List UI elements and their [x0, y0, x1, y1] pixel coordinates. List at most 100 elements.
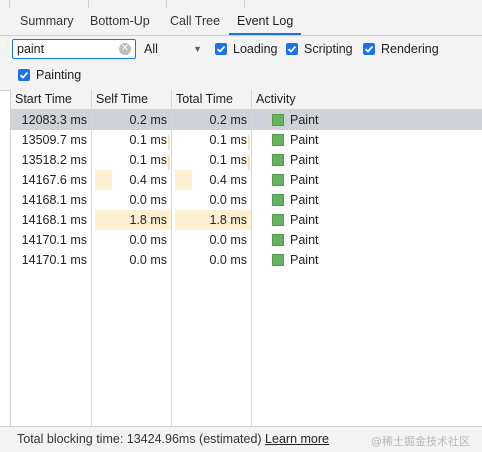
- clear-icon[interactable]: ✕: [119, 43, 131, 55]
- filter-search-input[interactable]: [17, 41, 115, 57]
- activity-label: Paint: [290, 173, 319, 187]
- dropdown-arrow-icon: ▼: [193, 44, 202, 54]
- checkbox-label: Rendering: [381, 42, 439, 56]
- total-time-value: 0.2 ms: [209, 113, 247, 127]
- table-row[interactable]: 12083.3 ms 0.2 ms 0.2 ms Paint: [11, 110, 482, 130]
- self-time-value: 0.4 ms: [129, 173, 167, 187]
- activity-cell: Paint: [252, 250, 482, 270]
- paint-category-icon: [272, 254, 284, 266]
- start-time-cell: 12083.3 ms: [21, 113, 87, 127]
- total-time-value: 1.8 ms: [209, 213, 247, 227]
- self-time-value: 0.0 ms: [129, 193, 167, 207]
- total-time-cell: 1.8 ms: [172, 210, 251, 230]
- checkbox-checked-icon: [215, 43, 227, 55]
- start-time-cell: 14170.1 ms: [21, 253, 87, 267]
- column-divider: [251, 90, 252, 426]
- self-time-cell: 0.2 ms: [92, 110, 171, 130]
- total-time-value: 0.0 ms: [209, 253, 247, 267]
- paint-category-icon: [272, 234, 284, 246]
- tab-summary[interactable]: Summary: [12, 8, 81, 35]
- start-time-cell: 14170.1 ms: [21, 233, 87, 247]
- tab-call-tree[interactable]: Call Tree: [162, 8, 228, 35]
- total-time-cell: 0.0 ms: [172, 250, 251, 270]
- paint-category-icon: [272, 134, 284, 146]
- activity-label: Paint: [290, 253, 319, 267]
- total-time-value: 0.0 ms: [209, 193, 247, 207]
- column-header-activity[interactable]: Activity: [252, 90, 482, 109]
- total-time-value: 0.4 ms: [209, 173, 247, 187]
- category-select-value: All: [144, 42, 158, 56]
- tab-bottom-up[interactable]: Bottom-Up: [82, 8, 158, 35]
- checkbox-label: Loading: [233, 42, 278, 56]
- filter-search: ✕: [12, 39, 136, 59]
- total-time-value: 0.0 ms: [209, 233, 247, 247]
- activity-label: Paint: [290, 153, 319, 167]
- checkbox-checked-icon: [286, 43, 298, 55]
- self-time-value: 0.0 ms: [129, 233, 167, 247]
- self-time-cell: 0.1 ms: [92, 130, 171, 150]
- column-divider: [91, 90, 92, 426]
- activity-cell: Paint: [252, 190, 482, 210]
- self-time-value: 0.1 ms: [129, 133, 167, 147]
- activity-cell: Paint: [252, 110, 482, 130]
- column-divider: [171, 90, 172, 426]
- table-row[interactable]: 14170.1 ms 0.0 ms 0.0 ms Paint: [11, 230, 482, 250]
- total-time-value: 0.1 ms: [209, 133, 247, 147]
- self-time-cell: 0.0 ms: [92, 230, 171, 250]
- column-header-self-time[interactable]: Self Time: [92, 90, 172, 109]
- paint-category-icon: [272, 114, 284, 126]
- activity-label: Paint: [290, 213, 319, 227]
- activity-label: Paint: [290, 233, 319, 247]
- table-row[interactable]: 14170.1 ms 0.0 ms 0.0 ms Paint: [11, 250, 482, 270]
- filter-toolbar: ✕ All ▼ Loading Scripting Rendering Pain…: [0, 36, 482, 91]
- self-time-value: 0.2 ms: [129, 113, 167, 127]
- paint-category-icon: [272, 194, 284, 206]
- start-time-cell: 13518.2 ms: [21, 153, 87, 167]
- activity-cell: Paint: [252, 230, 482, 250]
- total-time-cell: 0.1 ms: [172, 150, 251, 170]
- total-time-bar: [248, 135, 250, 150]
- self-time-value: 0.1 ms: [129, 153, 167, 167]
- checkbox-label: Scripting: [304, 42, 353, 56]
- self-time-cell: 1.8 ms: [92, 210, 171, 230]
- activity-cell: Paint: [252, 130, 482, 150]
- tab-event-log[interactable]: Event Log: [229, 8, 302, 35]
- paint-category-icon: [272, 174, 284, 186]
- total-time-value: 0.1 ms: [209, 153, 247, 167]
- start-time-cell: 14168.1 ms: [21, 213, 87, 227]
- table-row[interactable]: 14168.1 ms 1.8 ms 1.8 ms Paint: [11, 210, 482, 230]
- grid-header: Start Time Self Time Total Time Activity: [11, 90, 482, 110]
- self-time-bar: [168, 155, 170, 170]
- table-row[interactable]: 14168.1 ms 0.0 ms 0.0 ms Paint: [11, 190, 482, 210]
- self-time-bar: [168, 135, 170, 150]
- paint-category-icon: [272, 214, 284, 226]
- activity-cell: Paint: [252, 150, 482, 170]
- checkbox-label: Painting: [36, 68, 82, 82]
- activity-label: Paint: [290, 133, 319, 147]
- total-time-cell: 0.4 ms: [172, 170, 251, 190]
- category-select[interactable]: All ▼: [144, 40, 202, 58]
- self-time-cell: 0.4 ms: [92, 170, 171, 190]
- total-time-cell: 0.0 ms: [172, 190, 251, 210]
- activity-label: Paint: [290, 113, 319, 127]
- total-time-bar: [175, 170, 192, 190]
- column-header-start-time[interactable]: Start Time: [11, 90, 92, 109]
- watermark: @稀土掘金技术社区: [371, 435, 470, 448]
- details-tab-bar: Summary Bottom-Up Call Tree Event Log: [0, 8, 482, 36]
- self-time-value: 1.8 ms: [129, 213, 167, 227]
- column-header-total-time[interactable]: Total Time: [172, 90, 252, 109]
- blocking-time-text: Total blocking time: 13424.96ms (estimat…: [17, 432, 262, 446]
- table-row[interactable]: 13518.2 ms 0.1 ms 0.1 ms Paint: [11, 150, 482, 170]
- start-time-cell: 14168.1 ms: [21, 193, 87, 207]
- paint-category-icon: [272, 154, 284, 166]
- event-log-grid: Start Time Self Time Total Time Activity…: [10, 90, 482, 426]
- start-time-cell: 14167.6 ms: [21, 173, 87, 187]
- learn-more-link[interactable]: Learn more: [265, 432, 329, 446]
- activity-cell: Paint: [252, 170, 482, 190]
- total-time-cell: 0.2 ms: [172, 110, 251, 130]
- self-time-cell: 0.0 ms: [92, 250, 171, 270]
- total-time-cell: 0.1 ms: [172, 130, 251, 150]
- table-row[interactable]: 13509.7 ms 0.1 ms 0.1 ms Paint: [11, 130, 482, 150]
- table-row[interactable]: 14167.6 ms 0.4 ms 0.4 ms Paint: [11, 170, 482, 190]
- self-time-cell: 0.1 ms: [92, 150, 171, 170]
